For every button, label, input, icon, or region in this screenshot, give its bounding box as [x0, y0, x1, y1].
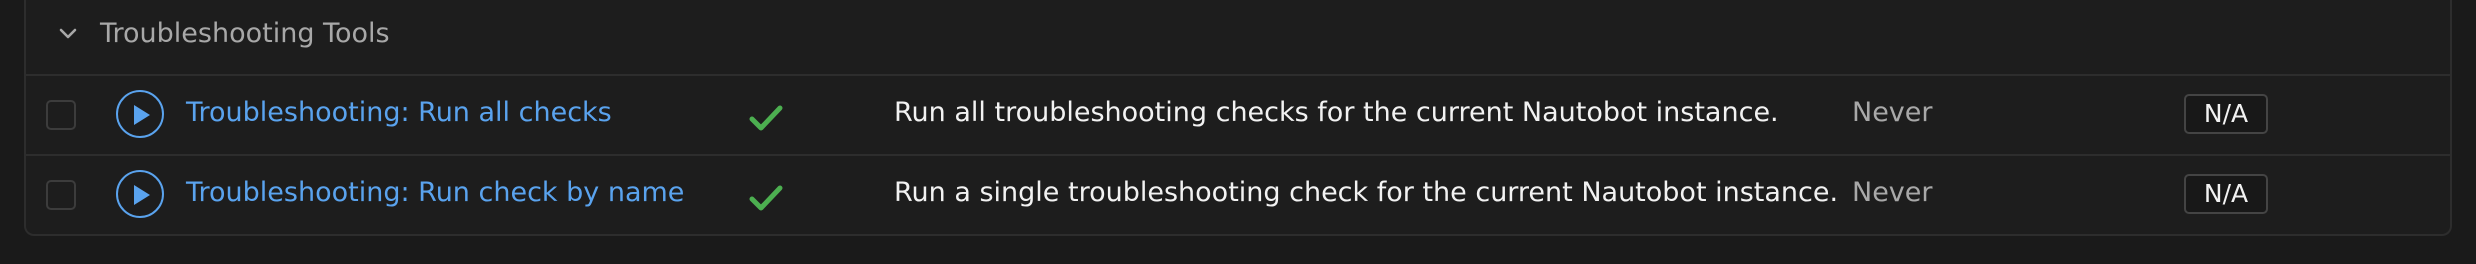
job-name-link[interactable]: Troubleshooting: Run check by name — [186, 174, 684, 212]
table-row: Troubleshooting: Run all checks Run all … — [26, 76, 2450, 156]
status-badge: N/A — [2184, 174, 2268, 214]
job-name-link[interactable]: Troubleshooting: Run all checks — [186, 94, 612, 132]
job-group-panel: Troubleshooting Tools Troubleshooting: R… — [24, 0, 2452, 236]
run-job-button[interactable] — [116, 170, 164, 218]
last-run-value: Never — [1852, 97, 1933, 128]
job-description: Run all troubleshooting checks for the c… — [894, 97, 1779, 128]
play-icon — [134, 185, 150, 205]
row-select-checkbox[interactable] — [46, 100, 76, 130]
play-icon — [134, 105, 150, 125]
job-description: Run a single troubleshooting check for t… — [894, 177, 1839, 208]
group-title: Troubleshooting Tools — [100, 18, 390, 49]
table-row: Troubleshooting: Run check by name Run a… — [26, 156, 2450, 234]
row-select-checkbox[interactable] — [46, 180, 76, 210]
status-badge: N/A — [2184, 94, 2268, 134]
chevron-down-icon[interactable] — [56, 22, 80, 46]
last-run-value: Never — [1852, 177, 1933, 208]
checkmark-icon — [748, 100, 784, 136]
group-header[interactable]: Troubleshooting Tools — [26, 0, 2450, 76]
checkmark-icon — [748, 180, 784, 216]
run-job-button[interactable] — [116, 90, 164, 138]
